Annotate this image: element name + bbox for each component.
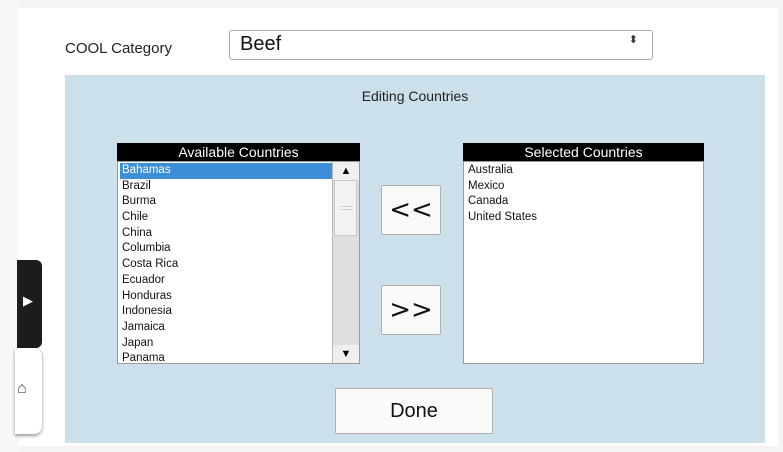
main-content: COOL Category Beef ⬍ Editing Countries A… [18,8,778,446]
done-button[interactable]: Done [335,388,493,434]
list-item[interactable]: United States [466,210,683,226]
available-countries-header: Available Countries [117,143,360,161]
list-item[interactable]: Japan [120,336,339,352]
thumb-grip [340,209,353,210]
cool-category-value: Beef [240,33,282,55]
selected-countries-items: Australia Mexico Canada United States [466,163,683,226]
available-countries-list[interactable]: Bahamas Brazil Burma Chile China Columbia Cost… [117,161,360,364]
side-expand-tab[interactable]: ▶ [17,260,42,348]
scroll-up-button[interactable]: ▲ [333,162,359,180]
panel-title: Editing Countries [361,88,469,104]
editing-countries-panel: Editing Countries Available Countries Ba… [65,75,765,443]
selected-countries-list[interactable]: Australia Mexico Canada United States [463,161,704,364]
list-item[interactable]: Jamaica [120,320,339,336]
list-item[interactable]: Canada [466,194,683,210]
list-item[interactable]: China [120,226,339,242]
list-item[interactable]: Honduras [120,289,339,305]
cool-category-label: COOL Category [65,40,172,57]
select-arrows-icon: ⬍ [628,34,638,46]
scroll-down-button[interactable]: ▼ [333,345,359,363]
chevron-right-icon: ▶ [23,293,33,308]
list-item[interactable]: Panama [120,351,339,363]
thumb-grip [340,206,353,207]
list-item[interactable]: Indonesia [120,304,339,320]
cool-category-select[interactable]: Beef ⬍ [229,30,653,60]
list-item[interactable]: Bahamas [120,163,339,179]
side-home-tab[interactable]: ⌂ [15,348,42,434]
list-item[interactable]: Ecuador [120,273,339,289]
list-item[interactable]: Brazil [120,179,339,195]
home-icon: ⌂ [17,380,27,397]
selected-countries-header: Selected Countries [463,143,704,161]
available-list-scrollbar[interactable]: ▲ ▼ [332,162,359,363]
remove-from-selected-button[interactable]: >> [381,285,441,335]
list-item[interactable]: Costa Rica [120,257,339,273]
scroll-thumb[interactable] [334,180,357,236]
list-item[interactable]: Australia [466,163,683,179]
triangle-down-icon: ▼ [340,348,352,360]
list-item[interactable]: Chile [120,210,339,226]
available-countries-items: Bahamas Brazil Burma Chile China Columbia Cost… [120,163,339,363]
triangle-up-icon: ▲ [340,165,352,177]
add-to-selected-button[interactable]: << [381,185,441,235]
list-item[interactable]: Burma [120,194,339,210]
list-item[interactable]: Mexico [466,179,683,195]
list-item[interactable]: Columbia [120,241,339,257]
